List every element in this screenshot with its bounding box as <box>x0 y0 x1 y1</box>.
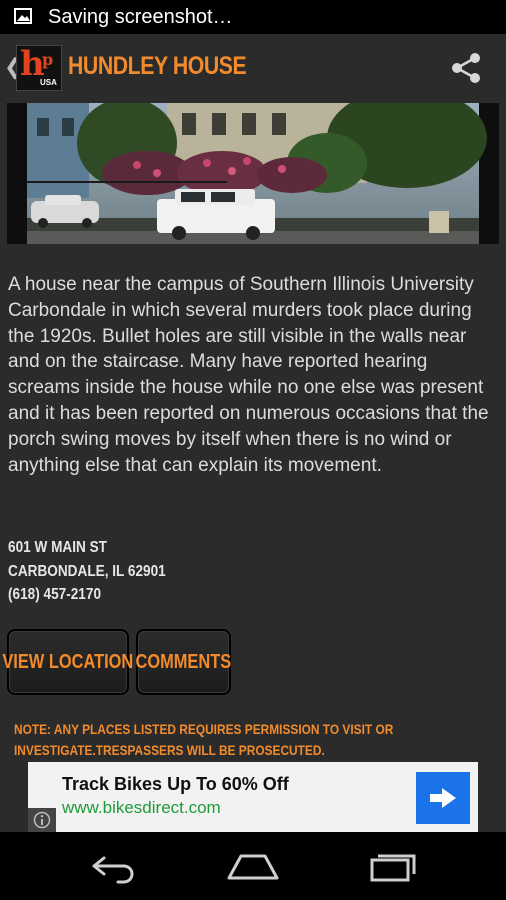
address-street: 601 W MAIN ST <box>8 539 107 556</box>
logo-letter-p: p <box>42 50 54 69</box>
image-icon <box>14 8 32 24</box>
address-phone[interactable]: (618) 457-2170 <box>8 583 166 607</box>
place-description: A house near the campus of Southern Illi… <box>8 274 489 476</box>
ad-open-button[interactable] <box>416 772 470 824</box>
system-nav-bar <box>0 832 506 900</box>
view-location-label: VIEW LOCATION <box>2 650 134 673</box>
house-photo <box>7 103 499 244</box>
action-bar: ❮ h p USA HUNDLEY HOUSE <box>0 34 506 102</box>
ad-info-button[interactable] <box>28 808 56 832</box>
permission-note: NOTE: ANY PLACES LISTED REQUIRES PERMISS… <box>14 719 422 761</box>
address-city: CARBONDALE, IL 62901 <box>8 562 166 580</box>
recents-icon[interactable] <box>366 848 422 884</box>
arrow-right-icon <box>430 788 456 808</box>
logo-usa: USA <box>40 78 57 87</box>
comments-button[interactable]: COMMENTS <box>136 629 231 695</box>
ad-banner[interactable]: Track Bikes Up To 60% Off www.bikesdirec… <box>28 762 478 832</box>
note-line-1: NOTE: ANY PLACES LISTED REQUIRES PERMISS… <box>14 721 394 737</box>
page-title: HUNDLEY HOUSE <box>68 52 247 80</box>
home-icon[interactable] <box>225 848 281 884</box>
view-location-button[interactable]: VIEW LOCATION <box>3 629 133 695</box>
status-notification-text: Saving screenshot… <box>48 6 233 28</box>
share-icon[interactable] <box>448 50 484 86</box>
note-line-2: INVESTIGATE.TRESPASSERS WILL BE PROSECUT… <box>14 742 325 758</box>
house-photo-image <box>7 103 499 244</box>
app-logo[interactable]: h p USA <box>16 44 62 91</box>
status-bar: Saving screenshot… <box>0 0 506 34</box>
comments-label: COMMENTS <box>135 650 232 673</box>
address-block: 601 W MAIN ST CARBONDALE, IL 62901 (618)… <box>8 536 166 607</box>
back-icon[interactable] <box>84 848 140 884</box>
info-icon <box>33 811 51 829</box>
ad-url[interactable]: www.bikesdirect.com <box>62 798 221 818</box>
ad-title[interactable]: Track Bikes Up To 60% Off <box>62 774 289 795</box>
